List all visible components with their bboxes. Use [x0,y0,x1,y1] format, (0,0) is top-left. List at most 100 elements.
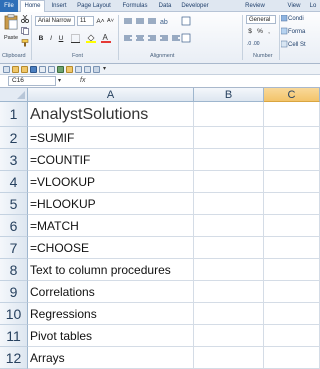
tab-lo[interactable]: Lo [306,1,320,12]
font-name-select[interactable]: Arial Narrow [35,16,75,26]
tab-insert[interactable]: Insert [47,1,71,12]
customize-qat-icon[interactable]: ▾ [103,65,106,73]
row-header[interactable]: 6 [0,215,28,237]
copy-icon[interactable] [21,27,29,35]
cell-c[interactable] [264,281,320,303]
tab-review[interactable]: Review [242,1,268,12]
format-as-table-button[interactable]: Forma [288,28,305,36]
cell-c[interactable] [264,171,320,193]
column-header-a[interactable]: A [28,88,194,102]
row-header[interactable]: 11 [0,325,28,347]
select-all-corner[interactable] [0,88,28,102]
name-box-dropdown-icon[interactable]: ▾ [58,77,61,85]
open-icon[interactable] [12,66,19,73]
copy-qat-icon[interactable] [75,66,82,73]
cell-c[interactable] [264,259,320,281]
cell-a[interactable]: =CHOOSE [28,237,194,259]
borders-icon[interactable] [71,34,80,43]
row-header[interactable]: 1 [0,102,28,127]
cell-b[interactable] [194,281,264,303]
row-header[interactable]: 4 [0,171,28,193]
decimal-buttons[interactable]: .0 .00 [247,40,260,48]
cut-qat-icon[interactable] [66,66,73,73]
tab-file[interactable]: File [0,0,18,12]
cell-b[interactable] [194,102,264,127]
cell-c[interactable] [264,102,320,127]
format-painter-icon[interactable] [21,39,29,47]
spelling-icon[interactable] [57,66,64,73]
name-box[interactable]: C16 [8,76,56,86]
cell-c[interactable] [264,127,320,149]
cell-a[interactable]: Text to column procedures [28,259,194,281]
cell-b[interactable] [194,149,264,171]
cut-icon[interactable] [21,15,29,23]
cell-a[interactable]: =VLOOKUP [28,171,194,193]
cell-c[interactable] [264,347,320,369]
column-header-c[interactable]: C [264,88,320,102]
cell-b[interactable] [194,325,264,347]
row-header[interactable]: 2 [0,127,28,149]
cell-a[interactable]: =HLOOKUP [28,193,194,215]
column-header-b[interactable]: B [194,88,264,102]
undo-icon[interactable] [93,66,100,73]
font-color-icon[interactable]: A [101,33,111,43]
cell-c[interactable] [264,303,320,325]
insert-function-icon[interactable]: fx [80,76,85,86]
cell-b[interactable] [194,303,264,325]
row-header[interactable]: 7 [0,237,28,259]
cell-a[interactable]: Correlations [28,281,194,303]
new-icon[interactable] [3,66,10,73]
fill-color-icon[interactable] [86,33,96,43]
tab-data[interactable]: Data [155,1,175,12]
percent-button[interactable]: % [257,27,263,36]
tab-page-layout[interactable]: Page Layout [73,1,115,12]
cell-a1-title[interactable]: AnalystSolutions [28,102,194,127]
bold-button[interactable]: B [37,34,45,43]
cell-a[interactable]: Pivot tables [28,325,194,347]
cell-a[interactable]: =COUNTIF [28,149,194,171]
tab-developer[interactable]: Developer [177,1,213,12]
cell-b[interactable] [194,237,264,259]
cell-c[interactable] [264,237,320,259]
shrink-font-button[interactable]: A˅ [106,17,115,26]
row-header[interactable]: 10 [0,303,28,325]
tab-home[interactable]: Home [20,0,45,12]
cell-a[interactable]: =MATCH [28,215,194,237]
cell-a[interactable]: Arrays [28,347,194,369]
underline-button[interactable]: U [57,34,65,43]
row-header[interactable]: 5 [0,193,28,215]
paste-qat-icon[interactable] [84,66,91,73]
alignment-icons[interactable]: ab [122,15,192,51]
tab-formulas[interactable]: Formulas [117,1,153,12]
paste-button[interactable]: Paste [3,14,19,50]
row-header[interactable]: 3 [0,149,28,171]
row-header[interactable]: 12 [0,347,28,369]
currency-button[interactable]: $ [247,27,253,36]
cell-b[interactable] [194,347,264,369]
number-format-select[interactable]: General [246,15,276,24]
save-icon[interactable] [30,66,37,73]
print-icon[interactable] [39,66,46,73]
grow-font-button[interactable]: A˄ [96,17,105,26]
cell-b[interactable] [194,193,264,215]
cell-c[interactable] [264,193,320,215]
italic-button[interactable]: I [47,34,55,43]
cell-b[interactable] [194,171,264,193]
row-header[interactable]: 9 [0,281,28,303]
preview-icon[interactable] [48,66,55,73]
cell-a[interactable]: =SUMIF [28,127,194,149]
cell-a[interactable]: Regressions [28,303,194,325]
cell-c[interactable] [264,149,320,171]
folder-icon[interactable] [21,66,28,73]
row-header[interactable]: 8 [0,259,28,281]
font-size-select[interactable]: 11 [77,16,94,26]
cell-c[interactable] [264,215,320,237]
cell-styles-button[interactable]: Cell St [288,41,306,49]
tab-view[interactable]: View [284,1,304,12]
cell-b[interactable] [194,215,264,237]
cell-b[interactable] [194,259,264,281]
formula-input[interactable] [92,76,318,86]
comma-button[interactable]: , [266,27,272,36]
cell-b[interactable] [194,127,264,149]
conditional-formatting-button[interactable]: Condi [288,15,304,23]
